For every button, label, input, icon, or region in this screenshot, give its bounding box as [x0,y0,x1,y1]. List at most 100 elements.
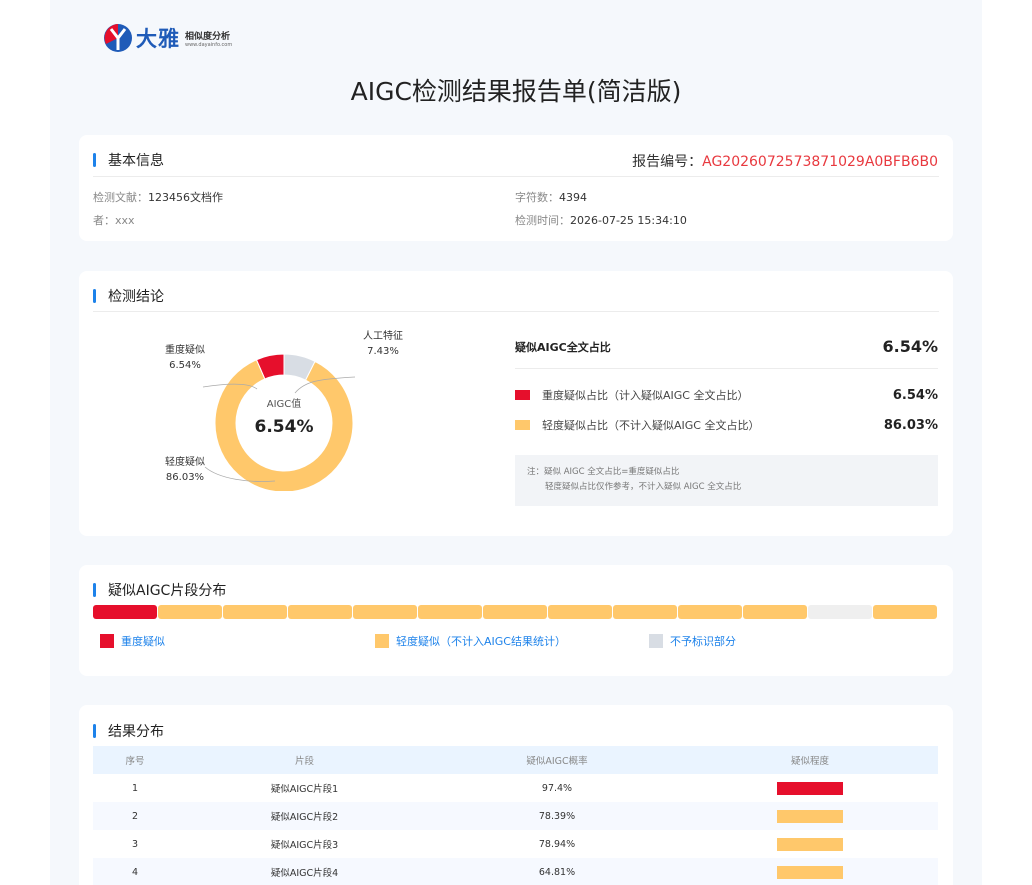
divider [515,368,938,369]
donut-center-value: 6.54% [255,417,314,437]
chars-field: 字符数：4394 [515,189,587,205]
heavy-pct: 6.54% [169,360,201,371]
heavy-swatch [515,390,530,400]
table-row[interactable]: 1 疑似AIGC片段1 97.4% [93,774,938,802]
heavy-label: 重度疑似 [165,343,205,356]
row-probability: 78.39% [538,810,576,822]
col-segment: 片段 [294,756,314,767]
legend-light-label: 轻度疑似（不计入AIGC结果统计） [396,635,566,648]
segment-light[interactable] [288,605,352,619]
segment-light[interactable] [418,605,482,619]
aigc-donut-chart: 重度疑似 6.54% 人工特征 7.43% 轻度疑似 86.03% AIGC值 … [165,330,403,491]
report-number: 报告编号：AG2026072573871029A0BFB6B0 [632,151,938,171]
col-level: 疑似程度 [790,756,829,767]
row-probability: 78.94% [538,838,576,850]
col-probability: 疑似AIGC概率 [526,756,588,767]
segment-light[interactable] [548,605,612,619]
logo-mark-icon [104,24,132,52]
doc-label: 检测文献： [93,191,148,204]
legend-none-label: 不予标识部分 [670,635,736,648]
light-ratio-pct: 86.03% [883,417,938,433]
light-swatch [375,634,389,648]
row-no: 1 [131,782,139,794]
table-row[interactable]: 2 疑似AIGC片段2 78.39% [93,802,938,830]
segment-light[interactable] [613,605,677,619]
heading-accent-bar [93,153,96,167]
none-swatch [649,634,663,648]
segment-light[interactable] [158,605,222,619]
segment-light[interactable] [353,605,417,619]
note-box: 注：疑似 AIGC 全文占比=重度疑似占比 轻度疑似占比仅作参考，不计入疑似 A… [515,455,938,506]
segment-light[interactable] [223,605,287,619]
note-line-2: 轻度疑似占比仅作参考，不计入疑似 AIGC 全文占比 [545,482,742,492]
row-no: 3 [131,838,139,850]
report-number-label: 报告编号： [632,154,703,170]
logo-sub: 相似度分析 www.dayainfo.com [185,29,232,48]
divider [93,176,939,177]
time-field: 检测时间：2026-07-25 15:34:10 [515,212,687,228]
time-label: 检测时间： [515,214,570,227]
segment-light[interactable] [483,605,547,619]
segment-bar [93,605,938,619]
row-segment: 疑似AIGC片段3 [270,840,339,851]
light-ratio-label: 轻度疑似占比（不计入疑似AIGC 全文占比） [542,419,760,432]
conclusion-title: 检测结论 [108,289,164,305]
legend-none: 不予标识部分 [649,633,736,649]
conclusion-heading: 检测结论 [93,287,164,305]
row-segment: 疑似AIGC片段4 [270,868,339,879]
segment-empty[interactable] [808,605,872,619]
level-bar [777,865,843,879]
legend-heavy: 重度疑似 [100,633,165,649]
row-level [682,865,938,879]
light-pct: 86.03% [166,472,204,483]
legend-light: 轻度疑似（不计入AIGC结果统计） [375,633,566,649]
basic-info-heading: 基本信息 [93,151,164,169]
note-line-1: 注：疑似 AIGC 全文占比=重度疑似占比 [527,467,680,477]
heavy-ratio-pct: 6.54% [892,387,938,403]
distribution-card: 疑似AIGC片段分布 重度疑似 轻度疑似（不计入AIGC结果统计） 不予标识部分 [79,565,953,676]
author-label: 者： [93,214,115,227]
segment-heavy[interactable] [93,605,157,619]
distribution-heading: 疑似AIGC片段分布 [93,581,226,599]
table-row[interactable]: 4 疑似AIGC片段4 64.81% [93,858,938,885]
segment-light[interactable] [678,605,742,619]
report-page: 大雅 相似度分析 www.dayainfo.com AIGC检测结果报告单(简洁… [50,0,982,885]
segment-light[interactable] [873,605,937,619]
row-level [682,781,938,795]
logo: 大雅 相似度分析 www.dayainfo.com [102,22,232,54]
row-probability: 97.4% [541,782,573,794]
row-no: 2 [131,810,139,822]
level-bar [777,837,843,851]
table-row[interactable]: 3 疑似AIGC片段3 78.94% [93,830,938,858]
light-swatch [515,420,530,430]
light-ratio-row: 轻度疑似占比（不计入疑似AIGC 全文占比） 86.03% [515,417,938,433]
results-card: 结果分布 序号 片段 疑似AIGC概率 疑似程度 1 疑似AIGC片段1 97.… [79,705,953,885]
row-segment: 疑似AIGC片段2 [270,812,339,823]
heading-accent-bar [93,583,96,597]
doc-field: 检测文献：123456文档作 [93,189,223,205]
author-field: 者：xxx [93,212,135,228]
heavy-ratio-label: 重度疑似占比（计入疑似AIGC 全文占比） [542,389,749,402]
results-heading: 结果分布 [93,722,164,740]
level-bar [777,809,843,823]
heavy-swatch [100,634,114,648]
results-table: 序号 片段 疑似AIGC概率 疑似程度 1 疑似AIGC片段1 97.4% 2 … [93,746,938,885]
logo-subtitle: 相似度分析 [185,31,231,42]
legend-heavy-label: 重度疑似 [121,635,165,648]
row-probability: 64.81% [538,866,576,878]
report-number-value: AG2026072573871029A0BFB6B0 [702,154,938,170]
row-no: 4 [131,866,139,878]
level-bar [777,781,843,795]
heading-accent-bar [93,724,96,738]
author-value: xxx [115,214,135,227]
heavy-ratio-row: 重度疑似占比（计入疑似AIGC 全文占比） 6.54% [515,387,938,403]
chars-value: 4394 [559,191,587,204]
basic-info-card: 基本信息 报告编号：AG2026072573871029A0BFB6B0 检测文… [79,135,953,241]
row-level [682,837,938,851]
ratio-title: 疑似AIGC全文占比 [515,341,611,354]
logo-url: www.dayainfo.com [185,41,233,48]
distribution-title: 疑似AIGC片段分布 [108,583,227,599]
donut-center-label: AIGC值 [267,397,302,410]
segment-light[interactable] [743,605,807,619]
results-title: 结果分布 [108,724,164,740]
